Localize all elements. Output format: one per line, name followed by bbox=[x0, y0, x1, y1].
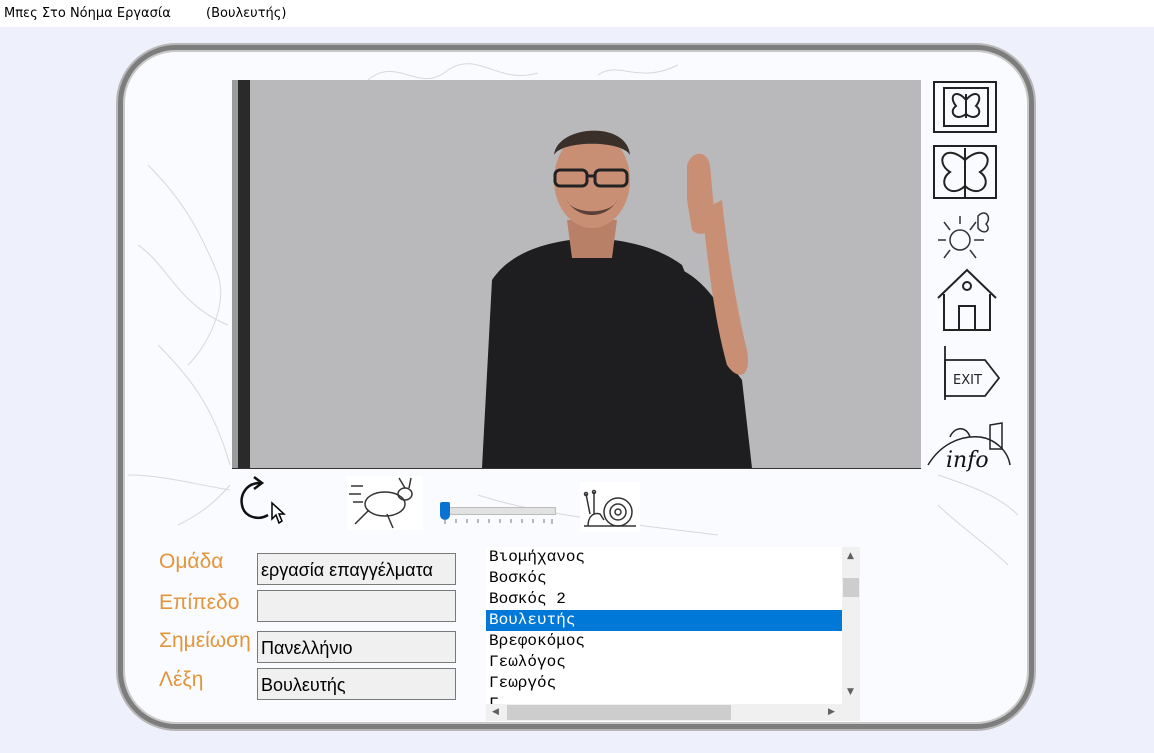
speed-slider-ticks bbox=[444, 519, 553, 524]
title-bar: Μπες Στο Νόημα Εργασία (Βουλευτής) bbox=[0, 0, 1154, 27]
scroll-up-icon[interactable]: ▲ bbox=[847, 551, 854, 561]
list-item-selected[interactable]: Βουλευτής bbox=[486, 610, 842, 631]
sun-butterfly-icon[interactable] bbox=[930, 206, 1000, 270]
window-title: Μπες Στο Νόημα Εργασία bbox=[4, 6, 171, 21]
rabbit-fast-icon[interactable] bbox=[347, 476, 423, 530]
list-item[interactable]: Βοσκός bbox=[486, 568, 842, 589]
list-item[interactable]: Βιομήχανος bbox=[486, 547, 842, 568]
list-item[interactable]: Γεωλόγος bbox=[486, 652, 842, 673]
video-frame bbox=[232, 80, 921, 468]
word-list-items: Βιομήχανος Βοσκός Βοσκός 2 Βουλευτής Βρε… bbox=[486, 547, 842, 715]
list-item[interactable]: Γεωργός bbox=[486, 673, 842, 694]
word-listbox[interactable]: Βιομήχανος Βοσκός Βοσκός 2 Βουλευτής Βρε… bbox=[486, 547, 860, 721]
scroll-down-icon[interactable]: ▼ bbox=[847, 687, 854, 697]
window-subtitle: (Βουλευτής) bbox=[206, 6, 287, 21]
horizontal-scrollbar[interactable]: ◀ ▶ bbox=[486, 704, 860, 721]
butterfly-large-icon[interactable] bbox=[930, 142, 1000, 206]
svg-text:EXIT: EXIT bbox=[953, 373, 982, 388]
home-icon[interactable] bbox=[932, 266, 1002, 331]
level-label: Επίπεδο bbox=[159, 591, 240, 614]
scroll-right-icon[interactable]: ▶ bbox=[828, 707, 835, 717]
speed-slider-thumb[interactable] bbox=[440, 502, 450, 520]
snail-slow-icon[interactable] bbox=[580, 482, 640, 532]
replay-icon[interactable] bbox=[236, 475, 288, 525]
vertical-scrollbar[interactable]: ▲ ▼ bbox=[842, 547, 860, 704]
speed-slider-track[interactable] bbox=[441, 507, 556, 515]
group-field[interactable]: εργασία επαγγέλματα bbox=[257, 553, 456, 585]
list-item[interactable]: Βοσκός 2 bbox=[486, 589, 842, 610]
notes-field[interactable]: Πανελλήνιο bbox=[257, 631, 456, 663]
exit-icon[interactable]: EXIT bbox=[935, 342, 1005, 406]
info-icon[interactable]: info bbox=[920, 415, 1015, 479]
word-field[interactable]: Βουλευτής bbox=[257, 668, 456, 700]
notes-label: Σημείωση bbox=[159, 629, 251, 652]
sign-language-video[interactable] bbox=[232, 80, 921, 469]
horizontal-scroll-thumb[interactable] bbox=[507, 705, 731, 720]
group-label: Ομάδα bbox=[159, 550, 224, 573]
level-field[interactable] bbox=[257, 590, 456, 622]
butterfly-small-icon[interactable] bbox=[930, 78, 1000, 142]
svg-text:info: info bbox=[946, 448, 989, 473]
scroll-left-icon[interactable]: ◀ bbox=[492, 707, 499, 717]
list-item[interactable]: Βρεφοκόμος bbox=[486, 631, 842, 652]
word-label: Λέξη bbox=[159, 668, 204, 691]
vertical-scroll-thumb[interactable] bbox=[843, 578, 859, 597]
